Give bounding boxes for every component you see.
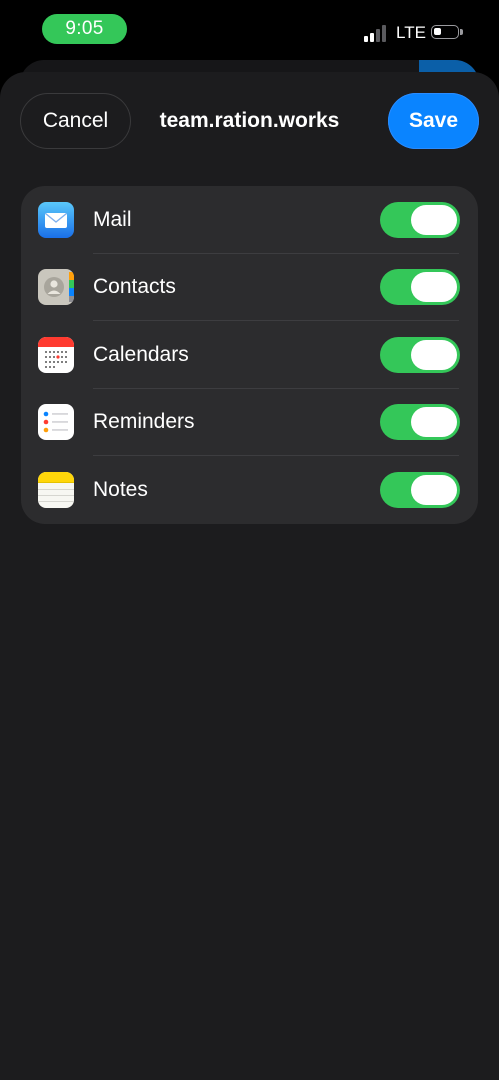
toggle-knob	[411, 407, 457, 437]
notes-toggle[interactable]	[380, 472, 460, 508]
mail-toggle[interactable]	[380, 202, 460, 238]
toggle-knob	[411, 272, 457, 302]
notes-icon	[38, 472, 74, 508]
list-item-mail: Mail	[21, 186, 478, 254]
calendars-toggle[interactable]	[380, 337, 460, 373]
reminders-icon	[38, 404, 74, 440]
list-item-notes: Notes	[21, 456, 478, 524]
list-item-contacts: Contacts	[21, 253, 478, 321]
network-type-label: LTE	[396, 23, 426, 42]
battery-level-fill	[434, 28, 441, 35]
toggle-knob	[411, 205, 457, 235]
reminders-toggle[interactable]	[380, 404, 460, 440]
battery-cap	[460, 29, 463, 35]
services-list: Mail Contacts Calendars Reminders Notes	[21, 186, 478, 524]
account-sheet: Cancel team.ration.works Save Mail Conta…	[0, 72, 499, 1080]
list-item-label: Mail	[93, 208, 132, 231]
list-item-calendars: Calendars	[21, 321, 478, 389]
cellular-signal-icon	[364, 25, 390, 42]
contacts-icon	[38, 269, 74, 305]
save-button[interactable]: Save	[388, 93, 479, 149]
list-item-label: Reminders	[93, 410, 195, 433]
mail-icon	[38, 202, 74, 238]
calendar-icon	[38, 337, 74, 373]
list-item-label: Calendars	[93, 343, 189, 366]
cancel-button[interactable]: Cancel	[20, 93, 131, 149]
battery-icon	[431, 25, 463, 39]
toggle-knob	[411, 340, 457, 370]
status-time: 9:05	[42, 14, 127, 44]
list-item-label: Notes	[93, 478, 148, 501]
list-item-label: Contacts	[93, 275, 176, 298]
status-bar: 9:05 LTE	[0, 0, 499, 60]
sheet-title: team.ration.works	[159, 109, 340, 132]
list-item-reminders: Reminders	[21, 388, 478, 456]
contacts-toggle[interactable]	[380, 269, 460, 305]
toggle-knob	[411, 475, 457, 505]
